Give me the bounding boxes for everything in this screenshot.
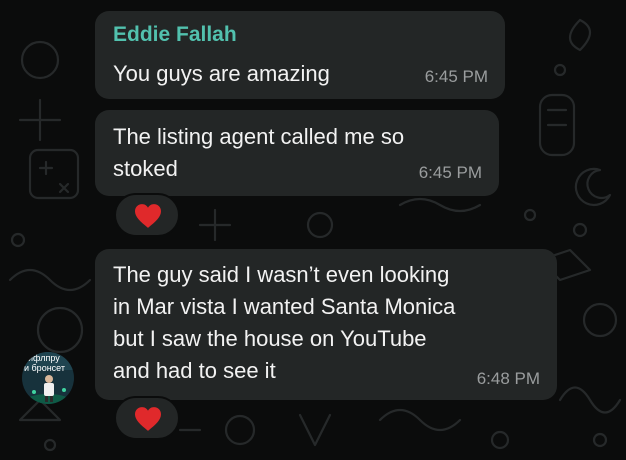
avatar-caption-line: и брoнсет — [24, 363, 65, 373]
sender-avatar[interactable]: ифлпру и брoнсет — [22, 352, 74, 404]
message-bubble[interactable]: The listing agent called me so stoked 6:… — [95, 110, 499, 196]
heart-icon — [135, 204, 161, 228]
avatar-caption-line: ифлпру — [28, 353, 60, 363]
sender-name[interactable]: Eddie Fallah — [113, 23, 237, 47]
message-bubble[interactable]: Eddie Fallah You guys are amazing 6:45 P… — [95, 11, 505, 99]
heart-icon — [135, 407, 161, 431]
reaction-badge[interactable] — [114, 193, 180, 237]
message-text: The listing agent called me so stoked — [113, 124, 405, 181]
message-text: You guys are amazing — [113, 61, 330, 86]
reaction-badge[interactable] — [114, 396, 180, 440]
message-timestamp: 6:45 PM — [418, 163, 482, 182]
message-text: The guy said I wasn’t even looking in Ma… — [113, 262, 456, 383]
message-bubble[interactable]: The guy said I wasn’t even looking in Ma… — [95, 249, 557, 400]
message-timestamp: 6:48 PM — [476, 369, 540, 388]
message-timestamp: 6:45 PM — [424, 67, 488, 86]
